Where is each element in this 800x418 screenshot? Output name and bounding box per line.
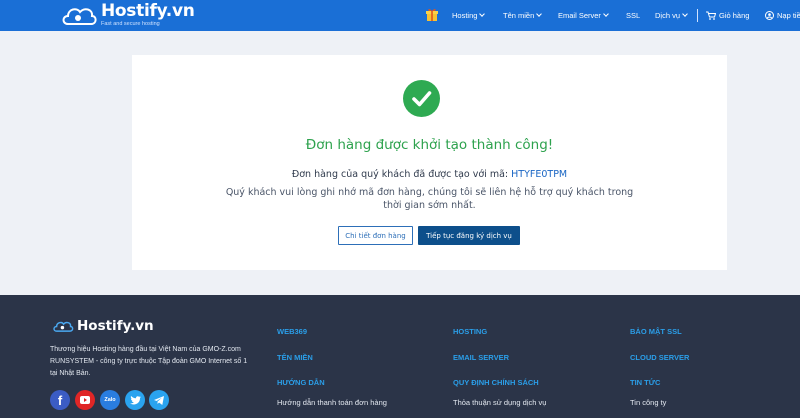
contact-notice: Quý khách vui lòng ghi nhớ mã đơn hàng, … [225, 187, 634, 211]
zalo-icon[interactable]: Zalo [100, 390, 120, 410]
order-details-button[interactable]: Chi tiết đơn hàng [338, 226, 413, 245]
continue-registration-button[interactable]: Tiếp tục đăng ký dịch vụ [418, 226, 520, 245]
nav-domain[interactable]: Tên miền [503, 0, 543, 31]
footer-link-domain[interactable]: TÊN MIỀN [277, 353, 313, 362]
brand-name: Hostify.vn [101, 1, 195, 21]
cart-icon [706, 11, 716, 20]
nav-cart[interactable]: Giỏ hàng [706, 0, 749, 31]
nav-services[interactable]: Dịch vụ [655, 0, 688, 31]
nav-ssl[interactable]: SSL [626, 0, 640, 31]
success-check-icon [403, 80, 440, 117]
nav-services-label: Dịch vụ [655, 11, 681, 20]
cloud-logo-icon [62, 7, 97, 25]
footer-link-news[interactable]: TIN TỨC [630, 378, 660, 387]
nav-hosting[interactable]: Hosting [452, 0, 486, 31]
footer-link-hosting[interactable]: HOSTING [453, 327, 487, 336]
top-header: Hostify.vn Fast and secure hosting Hosti… [0, 0, 800, 31]
footer-link-terms[interactable]: Thỏa thuận sử dụng dịch vụ [453, 398, 546, 407]
footer-link-web369[interactable]: WEB369 [277, 327, 307, 336]
success-title: Đơn hàng được khởi tạo thành công! [305, 137, 554, 153]
nav-email-server[interactable]: Email Server [558, 0, 609, 31]
chevron-down-icon [682, 11, 688, 17]
footer-link-payment-guide[interactable]: Hướng dẫn thanh toán đơn hàng [277, 398, 387, 407]
user-icon [765, 11, 774, 20]
nav-ssl-label: SSL [626, 11, 641, 20]
order-code: HTYFE0TPM [511, 169, 568, 180]
footer-logo[interactable]: Hostify.vn [52, 318, 154, 334]
footer-link-ssl[interactable]: BẢO MẬT SSL [630, 327, 682, 336]
gift-icon[interactable] [426, 8, 438, 22]
nav-domain-label: Tên miền [503, 11, 535, 20]
footer-brand-name: Hostify.vn [77, 318, 154, 334]
zalo-label: Zalo [104, 397, 116, 403]
nav-email-server-label: Email Server [558, 11, 601, 20]
nav-topup-label: Nạp tiề [777, 11, 800, 20]
twitter-icon[interactable] [125, 390, 145, 410]
facebook-icon[interactable]: f [50, 390, 70, 410]
nav-divider [697, 9, 698, 22]
nav-topup[interactable]: Nạp tiề [765, 0, 800, 31]
footer-link-company-news[interactable]: Tin công ty [630, 398, 666, 407]
footer-link-policies[interactable]: QUY ĐỊNH CHÍNH SÁCH [453, 378, 539, 387]
telegram-icon[interactable] [149, 390, 169, 410]
brand-tagline: Fast and secure hosting [101, 21, 160, 27]
nav-hosting-label: Hosting [452, 11, 478, 20]
footer-link-cloud-server[interactable]: CLOUD SERVER [630, 353, 689, 362]
brand-logo[interactable]: Hostify.vn Fast and secure hosting [60, 3, 195, 28]
chevron-down-icon [479, 11, 486, 17]
footer-link-guide[interactable]: HƯỚNG DẪN [277, 378, 325, 387]
nav-cart-label: Giỏ hàng [719, 11, 750, 20]
chevron-down-icon [603, 11, 609, 17]
footer-description: Thương hiệu Hosting hàng đầu tại Việt Na… [50, 346, 248, 377]
order-code-prefix: Đơn hàng của quý khách đã được tạo với m… [291, 169, 509, 180]
chevron-down-icon [536, 11, 543, 17]
order-code-line: Đơn hàng của quý khách đã được tạo với m… [132, 169, 727, 180]
youtube-icon[interactable] [75, 390, 95, 410]
footer-link-email-server[interactable]: EMAIL SERVER [453, 353, 509, 362]
cloud-logo-icon [53, 321, 74, 332]
